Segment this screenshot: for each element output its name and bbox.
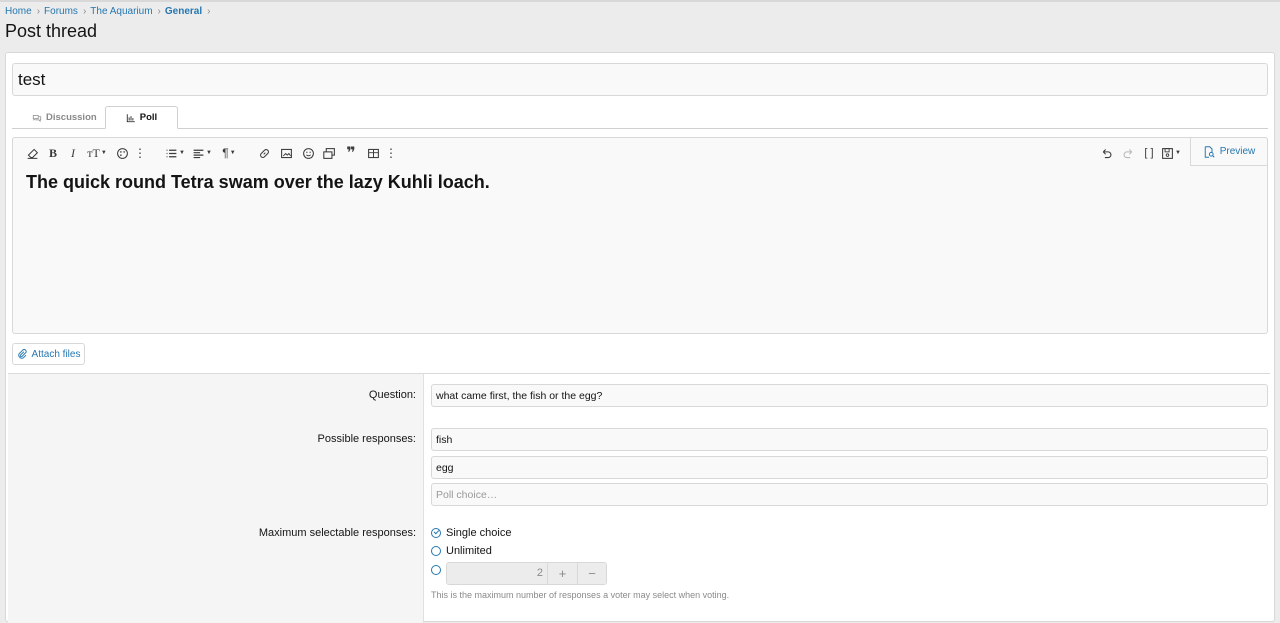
more-vertical-icon[interactable]: ⋮ — [131, 145, 149, 161]
editor-content[interactable]: The quick round Tetra swam over the lazy… — [26, 172, 490, 193]
attach-files-button[interactable]: Attach files — [12, 343, 85, 365]
thread-title-input[interactable] — [12, 63, 1268, 96]
preview-button[interactable]: Preview — [1190, 137, 1268, 166]
file-search-icon — [1204, 145, 1215, 158]
rich-text-editor: B I тT ▼ ⋮ ▼ ▼ ¶ ▼ ❞ ⋮ [ ] ▼ Preview The q… — [12, 137, 1268, 334]
undo-icon[interactable] — [1097, 145, 1115, 161]
preview-label: Preview — [1219, 146, 1256, 157]
max-responses-label: Maximum selectable responses: — [258, 527, 416, 539]
italic-icon[interactable]: I — [64, 145, 82, 161]
radio-single-choice[interactable]: Single choice — [431, 527, 511, 539]
question-label: Question: — [368, 389, 416, 401]
tab-poll-label: Poll — [139, 112, 158, 123]
tab-discussion[interactable]: Discussion — [32, 106, 97, 129]
decrement-button[interactable]: − — [577, 563, 606, 584]
possible-responses-label: Possible responses: — [317, 433, 416, 445]
attach-files-label: Attach files — [31, 348, 81, 360]
poll-question-input[interactable] — [431, 384, 1268, 407]
list-icon[interactable]: ▼ — [163, 145, 187, 161]
poll-response-input-2[interactable] — [431, 456, 1268, 479]
chevron-right-icon: › — [207, 6, 211, 17]
chart-bar-icon — [126, 113, 135, 122]
tab-discussion-label: Discussion — [46, 112, 97, 123]
poll-section: Question: Possible responses: Maximum se… — [8, 373, 1270, 623]
increment-button[interactable]: + — [548, 563, 577, 584]
redo-icon[interactable] — [1119, 145, 1137, 161]
single-choice-label: Single choice — [446, 527, 512, 539]
radio-custom-max[interactable] — [431, 565, 441, 575]
editor-toolbar: B I тT ▼ ⋮ ▼ ▼ ¶ ▼ ❞ ⋮ [ ] ▼ Preview — [13, 137, 1268, 168]
paragraph-icon[interactable]: ¶ ▼ — [217, 145, 241, 161]
radio-unlimited[interactable]: Unlimited — [431, 545, 492, 557]
eraser-icon[interactable] — [23, 145, 41, 161]
tab-bar: Discussion Poll — [12, 106, 1268, 129]
page-title: Post thread — [5, 21, 98, 41]
breadcrumb-general[interactable]: General — [165, 6, 202, 17]
radio-icon[interactable] — [431, 565, 441, 575]
chevron-right-icon: › — [82, 6, 87, 17]
more-vertical-icon[interactable]: ⋮ — [382, 145, 400, 161]
media-gallery-icon[interactable] — [320, 145, 338, 161]
radio-checked-icon[interactable] — [431, 528, 441, 538]
palette-icon[interactable] — [113, 145, 131, 161]
tab-poll[interactable]: Poll — [105, 106, 178, 129]
poll-labels-column: Question: Possible responses: Maximum se… — [8, 374, 424, 623]
align-icon[interactable]: ▼ — [190, 145, 214, 161]
bold-icon[interactable]: B — [44, 145, 62, 161]
max-responses-value[interactable]: 2 — [447, 563, 548, 584]
poll-response-input-3[interactable] — [431, 483, 1268, 506]
comments-icon — [32, 114, 42, 122]
radio-icon[interactable] — [431, 546, 441, 556]
bbcode-toggle-icon[interactable]: [ ] — [1140, 145, 1158, 161]
smiley-icon[interactable] — [299, 145, 317, 161]
unlimited-label: Unlimited — [446, 545, 492, 557]
max-responses-stepper[interactable]: 2 + − — [446, 562, 607, 585]
post-thread-form: Discussion Poll B I тT▼ ⋮ ▼ ▼ ¶▼ ❞ ⋮ — [5, 52, 1275, 623]
top-border — [0, 0, 1280, 2]
breadcrumb-the-aquarium[interactable]: The Aquarium — [90, 6, 152, 17]
breadcrumb-forums[interactable]: Forums — [44, 6, 78, 17]
save-draft-icon[interactable]: ▼ — [1159, 145, 1183, 161]
poll-response-input-1[interactable] — [431, 428, 1268, 451]
max-responses-hint: This is the maximum number of responses … — [431, 590, 730, 600]
breadcrumb-home[interactable]: Home — [5, 6, 32, 17]
breadcrumb: Home › Forums › The Aquarium › General › — [5, 6, 214, 17]
table-icon[interactable] — [364, 145, 382, 161]
chevron-right-icon: › — [157, 6, 161, 17]
link-icon[interactable] — [255, 145, 273, 161]
image-icon[interactable] — [277, 145, 295, 161]
paperclip-icon — [17, 348, 27, 359]
quote-icon[interactable]: ❞ — [342, 145, 360, 162]
font-size-icon[interactable]: тT ▼ — [85, 145, 109, 161]
chevron-right-icon: › — [36, 6, 41, 17]
